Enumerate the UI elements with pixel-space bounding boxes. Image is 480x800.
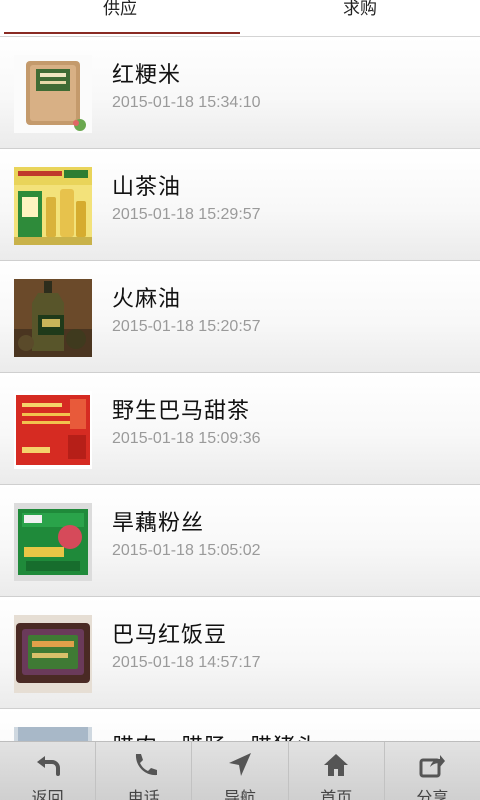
- list-item[interactable]: 红粳米 2015-01-18 15:34:10: [0, 37, 480, 149]
- share-label: 分享: [416, 788, 449, 800]
- item-title: 火麻油: [112, 287, 182, 312]
- back-button[interactable]: 返回: [0, 742, 97, 800]
- navigation-label: 导航: [224, 788, 257, 800]
- cured-meat-image: [14, 727, 92, 741]
- item-timestamp: 2015-01-18 15:05:02: [112, 542, 261, 559]
- home-icon: [324, 754, 349, 776]
- item-title: 山茶油: [112, 175, 182, 200]
- item-timestamp: 2015-01-18 14:57:17: [112, 654, 261, 671]
- item-title: 野生巴马甜茶: [112, 399, 251, 424]
- tab-bar: 供应 求购: [0, 0, 480, 37]
- item-timestamp: 2015-01-18 15:34:10: [112, 94, 261, 111]
- phone-icon: [135, 754, 157, 776]
- tab-purchase[interactable]: 求购: [240, 0, 480, 36]
- list-item[interactable]: 旱藕粉丝 2015-01-18 15:05:02: [0, 485, 480, 597]
- share-button[interactable]: 分享: [385, 742, 480, 800]
- list-item[interactable]: 巴马红饭豆 2015-01-18 14:57:17: [0, 597, 480, 709]
- home-label: 首页: [320, 788, 353, 800]
- tab-supply[interactable]: 供应: [0, 0, 240, 36]
- item-timestamp: 2015-01-18 15:20:57: [112, 318, 261, 335]
- back-arrow-icon: [36, 756, 60, 776]
- list-item[interactable]: 野生巴马甜茶 2015-01-18 15:09:36: [0, 373, 480, 485]
- phone-label: 电话: [127, 788, 160, 800]
- product-list[interactable]: 红粳米 2015-01-18 15:34:10 山茶油 2015-01-18 1…: [0, 37, 480, 741]
- tab-supply-label: 供应: [103, 0, 137, 19]
- bottom-navigation-bar: 返回 电话 导航 首页 分享: [0, 741, 480, 800]
- active-tab-indicator: [4, 32, 240, 34]
- sweet-tea-box-image: [14, 391, 92, 469]
- navigation-button[interactable]: 导航: [192, 742, 289, 800]
- navigation-arrow-icon: [229, 753, 251, 776]
- list-item[interactable]: 火麻油 2015-01-18 15:20:57: [0, 261, 480, 373]
- item-title: 巴马红饭豆: [112, 623, 228, 648]
- red-bean-bag-image: [14, 615, 92, 693]
- item-title: 旱藕粉丝: [112, 511, 205, 536]
- list-item[interactable]: 山茶油 2015-01-18 15:29:57: [0, 149, 480, 261]
- item-title: 红粳米: [112, 63, 182, 88]
- item-timestamp: 2015-01-18 15:29:57: [112, 206, 261, 223]
- app-screen: 供应 求购 红粳米 2015-01-18 15:34:10 山茶油 2015-0…: [0, 0, 480, 800]
- hemp-oil-image: [14, 279, 92, 357]
- phone-button[interactable]: 电话: [96, 742, 193, 800]
- home-button[interactable]: 首页: [289, 742, 385, 800]
- item-timestamp: 2015-01-18 15:09:36: [112, 430, 261, 447]
- camellia-oil-image: [14, 167, 92, 245]
- back-label: 返回: [31, 788, 64, 800]
- lotus-vermicelli-box-image: [14, 503, 92, 581]
- list-item[interactable]: 腊肉、腊肠、腊猪头: [0, 709, 480, 741]
- tab-purchase-label: 求购: [343, 0, 377, 19]
- item-title: 腊肉、腊肠、腊猪头: [112, 729, 319, 741]
- rice-bag-image: [14, 55, 92, 133]
- share-icon: [419, 755, 446, 778]
